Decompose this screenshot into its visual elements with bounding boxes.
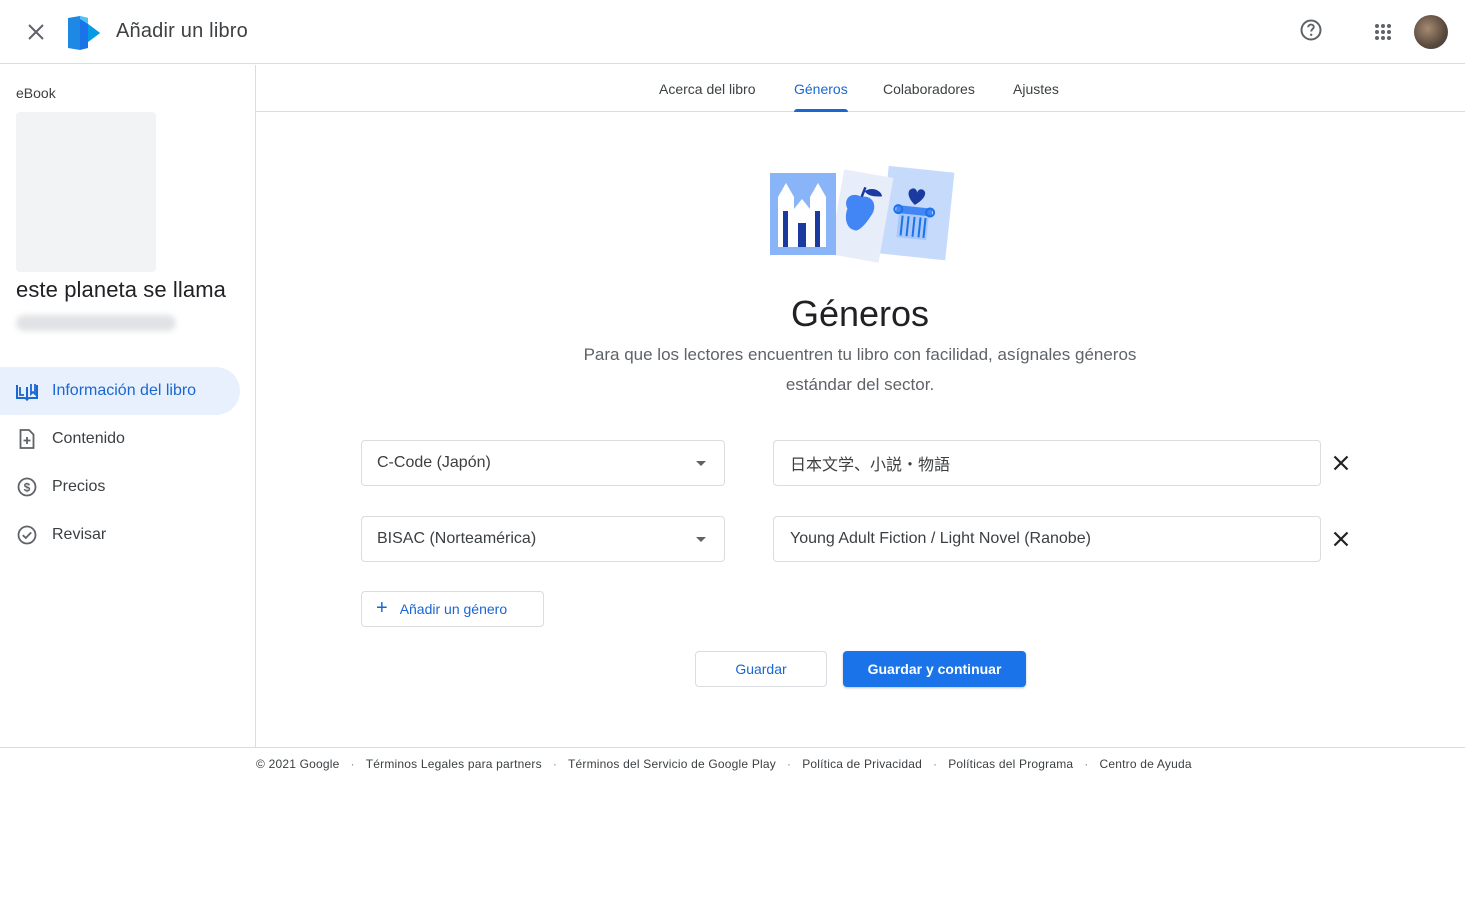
sidebar: eBook este planeta se llama Información …	[0, 65, 256, 747]
tab-genres[interactable]: Géneros	[794, 65, 848, 112]
tab-bar: Acerca del libro Géneros Colaboradores A…	[256, 65, 1465, 112]
field-value: Young Adult Fiction / Light Novel (Ranob…	[790, 530, 1091, 547]
sidebar-nav: Información del libro Contenido $ Precio…	[0, 367, 256, 559]
sidebar-item-pricing[interactable]: $ Precios	[0, 463, 256, 511]
genre-value-field-2[interactable]: Young Adult Fiction / Light Novel (Ranob…	[773, 516, 1321, 562]
page-title: Géneros	[790, 293, 930, 334]
select-value: C-Code (Japón)	[377, 454, 491, 471]
apps-button[interactable]	[1369, 18, 1397, 46]
top-app-bar: Añadir un libro	[0, 0, 1465, 64]
footer-link-program-policies[interactable]: Políticas del Programa	[948, 757, 1073, 771]
tab-settings[interactable]: Ajustes	[1013, 65, 1059, 112]
footer-link-partner-terms[interactable]: Términos Legales para partners	[366, 757, 542, 771]
close-button[interactable]	[22, 18, 50, 46]
footer-separator: ·	[350, 757, 355, 771]
dropdown-arrow-icon	[696, 461, 706, 466]
select-value: BISAC (Norteamérica)	[377, 530, 537, 547]
footer-separator: ·	[932, 757, 938, 771]
account-avatar[interactable]	[1414, 15, 1448, 49]
file-add-icon	[16, 428, 38, 450]
footer-link-help-center[interactable]: Centro de Ayuda	[1100, 757, 1192, 771]
tab-contributors[interactable]: Colaboradores	[883, 65, 975, 112]
help-icon	[1300, 19, 1322, 41]
save-and-continue-button[interactable]: Guardar y continuar	[843, 651, 1026, 687]
footer-links: © 2021 Google · Términos Legales para pa…	[256, 757, 1192, 771]
sidebar-item-label: Revisar	[52, 526, 107, 543]
book-author-blurred	[16, 315, 176, 331]
tab-about-book[interactable]: Acerca del libro	[659, 65, 756, 112]
sidebar-item-label: Precios	[52, 478, 106, 495]
book-cover-placeholder	[16, 112, 156, 272]
svg-text:$: $	[24, 481, 31, 495]
footer: © 2021 Google · Términos Legales para pa…	[0, 747, 1465, 787]
genres-illustration	[766, 163, 956, 263]
field-value: 日本文学、小説・物語	[790, 457, 951, 474]
check-circle-icon	[16, 524, 38, 546]
page-header-title: Añadir un libro	[116, 20, 248, 42]
close-icon	[28, 24, 44, 40]
play-books-logo	[66, 14, 102, 52]
footer-separator: ·	[786, 757, 792, 771]
genre-scheme-select-2[interactable]: BISAC (Norteamérica)	[361, 516, 725, 562]
book-open-icon	[16, 380, 38, 402]
footer-link-play-terms[interactable]: Términos del Servicio de Google Play	[568, 757, 776, 771]
footer-separator: ·	[552, 757, 558, 771]
footer-separator: ·	[1084, 757, 1089, 771]
sidebar-item-review[interactable]: Revisar	[0, 511, 256, 559]
add-genre-button[interactable]: + Añadir un género	[361, 591, 544, 627]
dollar-circle-icon: $	[16, 476, 38, 498]
remove-genre-button-1[interactable]	[1329, 451, 1353, 475]
copyright: © 2021 Google	[256, 757, 340, 771]
sidebar-item-book-info[interactable]: Información del libro	[0, 367, 240, 415]
plus-icon: +	[376, 597, 388, 619]
genre-scheme-select-1[interactable]: C-Code (Japón)	[361, 440, 725, 486]
remove-genre-button-2[interactable]	[1329, 527, 1353, 551]
apps-grid-icon	[1375, 24, 1391, 40]
dropdown-arrow-icon	[696, 537, 706, 542]
footer-link-privacy[interactable]: Política de Privacidad	[802, 757, 922, 771]
add-genre-label: Añadir un género	[399, 601, 508, 617]
sidebar-item-label: Información del libro	[52, 382, 197, 399]
genre-value-field-1[interactable]: 日本文学、小説・物語	[773, 440, 1321, 486]
close-icon	[1333, 455, 1349, 471]
book-type-label: eBook	[16, 85, 56, 101]
page-subtitle: Para que los lectores encuentren tu libr…	[583, 345, 1137, 394]
sidebar-item-content[interactable]: Contenido	[0, 415, 256, 463]
help-button[interactable]	[1297, 16, 1325, 44]
save-button[interactable]: Guardar	[695, 651, 827, 687]
sidebar-item-label: Contenido	[52, 430, 125, 447]
close-icon	[1333, 531, 1349, 547]
book-title: este planeta se llama	[16, 277, 227, 302]
